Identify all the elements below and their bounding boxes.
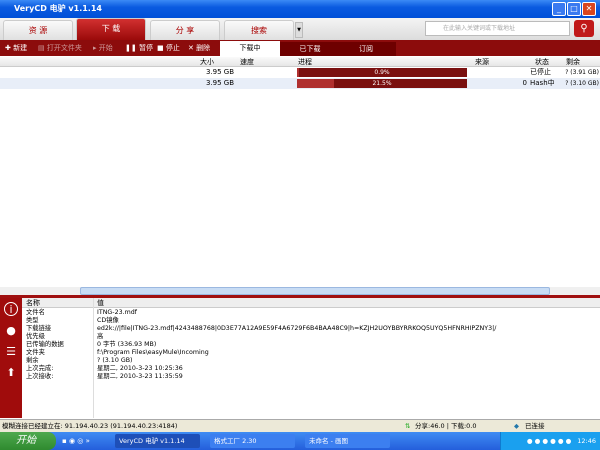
detail-value: ? (3.10 GB)	[97, 357, 133, 364]
tab-search[interactable]: 搜索	[224, 20, 294, 40]
status-bar: 模糊连接已经建立在: 91.194.40.23 (91.194.40.23:41…	[0, 419, 600, 432]
detail-row: 剩余 ? (3.10 GB)	[22, 357, 600, 365]
download-row[interactable]: 3.95 GB 0.9% 已停止 ? (3.91 GB)	[0, 67, 600, 78]
detail-value: 星期二, 2010-3-23 11:35:59	[97, 373, 183, 380]
detail-row: 已传输的数据 0 字节 (336.93 MB)	[22, 341, 600, 349]
status: Hash中	[530, 79, 555, 87]
detail-row: 上次接收: 星期二, 2010-3-23 11:35:59	[22, 373, 600, 381]
delete-button[interactable]: ✕ 删除	[188, 40, 210, 56]
pause-button[interactable]: ❚❚ 暂停	[125, 40, 153, 56]
detail-value: CD镜像	[97, 317, 119, 324]
column-header: 大小 速度 进程 来源 状态 剩余	[0, 57, 600, 67]
toolbar: ✚ 新建 ▤ 打开文件夹 ▸ 开始 ❚❚ 暂停 ■ 停止 ✕ 删除 下载中 已下…	[0, 40, 600, 56]
status: 已停止	[530, 68, 551, 76]
detail-row: 类型 CD镜像	[22, 317, 600, 325]
detail-name: 文件夹	[26, 349, 45, 356]
tab-download[interactable]: 下 载	[76, 18, 146, 40]
progress-bar: 0.9%	[297, 68, 467, 77]
tab-share[interactable]: 分 享	[150, 20, 220, 40]
col-speed[interactable]: 速度	[240, 57, 254, 67]
tray-icons[interactable]: ● ● ● ● ● ●	[527, 437, 571, 445]
detail-row: 优先级 高	[22, 333, 600, 341]
system-tray: ● ● ● ● ● ● 12:46	[500, 432, 600, 450]
detail-row: 下载链接 ed2k://|file|ITNG-23.mdf|4243488768…	[22, 325, 600, 333]
search-button[interactable]: ⚲	[574, 20, 594, 37]
detail-value: 0 字节 (336.93 MB)	[97, 341, 157, 348]
horizontal-scrollbar[interactable]	[0, 287, 600, 295]
subtab-downloaded[interactable]: 已下载	[280, 42, 340, 56]
detail-row: 文件名 ITNG-23.mdf	[22, 309, 600, 317]
remaining: ? (3.10 GB)	[565, 80, 599, 87]
subtab-subscribe[interactable]: 订阅	[336, 42, 396, 56]
size: 3.95 GB	[205, 79, 234, 87]
minimize-button[interactable]: _	[552, 2, 566, 16]
close-button[interactable]: ✕	[582, 2, 596, 16]
info-icon[interactable]: i	[4, 302, 18, 316]
col-status[interactable]: 状态	[535, 57, 549, 67]
quick-launch-icons[interactable]: ▪ ◉ ◎ »	[62, 432, 90, 450]
detail-name: 文件名	[26, 309, 45, 316]
title-bar: VeryCD 电驴 v1.1.14	[0, 0, 600, 18]
detail-name: 上次完成:	[26, 365, 54, 372]
col-remaining[interactable]: 剩余	[566, 57, 580, 67]
scrollbar-thumb[interactable]	[80, 287, 550, 295]
window-title: VeryCD 电驴 v1.1.14	[14, 4, 102, 13]
progress-fill	[297, 79, 334, 88]
progress-bar: 21.5%	[297, 79, 467, 88]
detail-value: 高	[97, 333, 104, 340]
detail-row: 文件夹 f:\Program Files\easyMule\Incoming	[22, 349, 600, 357]
task-verycd[interactable]: VeryCD 电驴 v1.1.14	[115, 434, 200, 448]
remaining: ? (3.91 GB)	[565, 69, 599, 76]
detail-name: 类型	[26, 317, 39, 324]
col-source[interactable]: 来源	[475, 57, 489, 67]
detail-value: ed2k://|file|ITNG-23.mdf|4243488768|0D3E…	[97, 325, 497, 332]
tab-resources[interactable]: 资 源	[3, 20, 73, 40]
detail-name: 剩余	[26, 357, 39, 364]
task-paint[interactable]: 未命名 - 画图	[305, 434, 390, 448]
source: 0	[522, 79, 527, 87]
tab-dropdown-button[interactable]: ▼	[295, 22, 303, 38]
taskbar: 开始 ▪ ◉ ◎ » VeryCD 电驴 v1.1.14 格式工厂 2.30 未…	[0, 432, 600, 450]
progress-fill	[297, 68, 299, 77]
detail-value: f:\Program Files\easyMule\Incoming	[97, 349, 209, 356]
detail-value: ITNG-23.mdf	[97, 309, 137, 316]
task-format-factory[interactable]: 格式工厂 2.30	[210, 434, 295, 448]
detail-name: 优先级	[26, 333, 45, 340]
clock: 12:46	[577, 437, 596, 445]
detail-name: 下载链接	[26, 325, 52, 332]
size: 3.95 GB	[205, 68, 234, 76]
details-col-name: 名称	[26, 299, 40, 307]
download-row[interactable]: 3.95 GB 21.5% 0 Hash中 ? (3.10 GB)	[0, 78, 600, 89]
detail-name: 上次接收:	[26, 373, 54, 380]
stop-button[interactable]: ■ 停止	[157, 40, 180, 56]
open-folder-button[interactable]: ▤ 打开文件夹	[38, 40, 82, 56]
search-icon: ⚲	[580, 23, 588, 34]
details-header: 名称 值	[22, 298, 600, 308]
download-list-icon[interactable]: ☰	[4, 345, 18, 359]
col-progress[interactable]: 进程	[298, 57, 312, 67]
new-button[interactable]: ✚ 新建	[5, 40, 27, 56]
start-button[interactable]: 开始	[0, 432, 56, 450]
upload-icon[interactable]: ⬆	[4, 366, 18, 380]
col-size[interactable]: 大小	[200, 57, 214, 67]
detail-sidebar: i ● ☰ ⬆	[0, 298, 22, 418]
maximize-button[interactable]: □	[567, 2, 581, 16]
details-col-value: 值	[97, 299, 104, 307]
subtab-downloading[interactable]: 下载中	[220, 41, 280, 56]
detail-value: 星期二, 2010-3-23 10:25:36	[97, 365, 183, 372]
comment-icon[interactable]: ●	[4, 324, 18, 338]
start-button[interactable]: ▸ 开始	[93, 40, 113, 56]
detail-row: 上次完成: 星期二, 2010-3-23 10:25:36	[22, 365, 600, 373]
progress-label: 21.5%	[372, 80, 392, 87]
progress-label: 0.9%	[374, 69, 390, 76]
detail-name: 已传输的数据	[26, 341, 64, 348]
search-input[interactable]: 在此输入关键词或下载地址	[425, 21, 570, 36]
